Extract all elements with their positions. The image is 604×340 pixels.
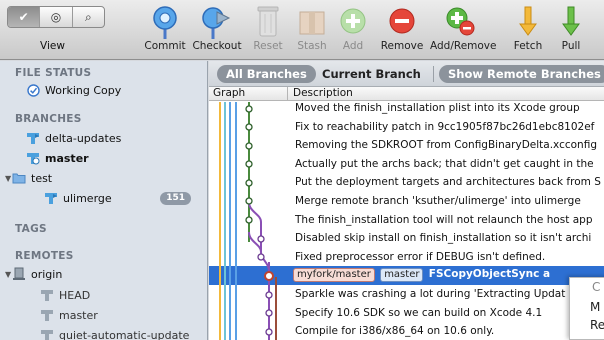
section-file-status: FILE STATUS	[15, 67, 92, 79]
trash-icon	[257, 6, 279, 37]
view-segment-search[interactable]: ⌕	[73, 7, 104, 27]
disclosure-triangle-icon[interactable]: ▼	[5, 270, 11, 279]
commit-message: Specify 10.6 SDK so we can build on Xcod…	[295, 306, 543, 319]
view-label: View	[40, 40, 65, 52]
checkout-icon	[202, 7, 231, 39]
fetch-label: Fetch	[513, 40, 543, 52]
pull-button[interactable]: Pull	[556, 2, 586, 58]
commit-message: Merge remote branch 'ksuther/ulimerge' i…	[295, 195, 581, 207]
sidebar-item-delta-updates[interactable]: delta-updates	[0, 128, 207, 148]
add-remove-label: Add/Remove	[430, 40, 497, 52]
sidebar-remote-branch-head[interactable]: HEAD	[0, 285, 207, 305]
sidebar-item-label: ulimerge	[63, 191, 112, 205]
all-branches-tab[interactable]: All Branches	[217, 65, 316, 83]
scope-divider	[433, 66, 434, 82]
history-panel: All Branches Current Branch Show Remote …	[209, 61, 604, 340]
commit-message: Fix to reachability patch in 9cc1905f87b…	[295, 120, 595, 133]
sidebar-remote-origin[interactable]: ▼ origin	[0, 264, 207, 284]
branch-icon	[26, 131, 40, 145]
branch-icon	[44, 191, 58, 205]
stash-box-icon	[299, 11, 325, 35]
pull-label: Pull	[561, 40, 581, 52]
add-label: Add	[342, 40, 364, 52]
sidebar-folder-test[interactable]: ▼ test	[0, 168, 207, 188]
add-remove-button[interactable]: Add/Remove	[430, 2, 497, 58]
sidebar-item-label: master	[59, 308, 98, 322]
view-segment-target[interactable]: ◎	[40, 7, 73, 27]
disclosure-triangle-icon[interactable]: ▼	[5, 174, 11, 183]
sidebar-item-label: HEAD	[59, 288, 91, 302]
description-column-header[interactable]: Description	[293, 87, 353, 99]
commit-button[interactable]: Commit	[140, 2, 190, 58]
commit-message: Removing the SDKROOT from ConfigBinaryDe…	[295, 139, 597, 152]
commit-message: Disabled skip install on finish_installa…	[295, 232, 592, 245]
remove-button[interactable]: Remove	[378, 2, 426, 58]
sidebar-remote-branch-master[interactable]: master	[0, 305, 207, 325]
reset-label: Reset	[253, 40, 283, 52]
local-branch-tag: master	[380, 268, 424, 283]
graph-column-header[interactable]: Graph	[213, 87, 245, 99]
folder-icon	[12, 171, 26, 185]
section-tags: TAGS	[15, 223, 47, 235]
sidebar-item-working-copy[interactable]: Working Copy	[0, 80, 207, 100]
sidebar: FILE STATUS Working Copy BRANCHES delta-…	[0, 61, 208, 340]
section-remotes: REMOTES	[15, 250, 74, 262]
view-segment-check[interactable]: ✔	[8, 7, 41, 27]
stash-label: Stash	[297, 40, 327, 52]
commit-refs: myfork/master master FSCopyObjectSync a	[293, 268, 551, 283]
show-remote-branches-toggle[interactable]: Show Remote Branches	[439, 65, 604, 83]
add-icon	[340, 8, 366, 34]
ahead-count-badge: 151	[160, 192, 191, 205]
add-remove-icon	[446, 7, 475, 36]
commit-message: Fixed preprocessor error if DEBUG isn't …	[295, 250, 546, 263]
commit-message: FSCopyObjectSync a	[428, 268, 551, 281]
commit-detail-popup: C M Re	[569, 277, 604, 340]
commit-icon	[153, 6, 177, 39]
fetch-arrow-icon	[519, 6, 537, 36]
current-branch-tab[interactable]: Current Branch	[313, 65, 430, 83]
remove-label: Remove	[380, 40, 424, 52]
checkout-button[interactable]: Checkout	[192, 2, 242, 58]
remote-branch-tag: myfork/master	[293, 268, 375, 283]
commit-message: Sparkle was crashing a lot during 'Extra…	[295, 288, 566, 300]
remote-server-icon	[12, 267, 26, 281]
branch-scope-bar: All Branches Current Branch Show Remote …	[209, 61, 604, 87]
popup-line: C	[592, 280, 601, 294]
sidebar-item-label: origin	[31, 267, 63, 281]
commit-message: Moved the finish_installation plist into…	[295, 102, 580, 114]
sidebar-item-label: Working Copy	[45, 83, 122, 97]
remote-branch-icon	[40, 288, 54, 302]
stash-button[interactable]: Stash	[292, 2, 332, 58]
checkmark-circle-icon	[26, 83, 40, 97]
commit-label: Commit	[144, 40, 186, 52]
sidebar-item-ulimerge[interactable]: ulimerge 151	[0, 188, 207, 208]
popup-line: Re	[590, 318, 604, 332]
current-branch-icon	[26, 151, 40, 165]
toolbar: ✔ ◎ ⌕ View Commit Checkout Reset Stash A…	[0, 0, 604, 60]
sidebar-item-master[interactable]: master	[0, 148, 207, 168]
commit-message: The finish_installation tool will not re…	[295, 213, 593, 226]
add-button[interactable]: Add	[335, 2, 371, 58]
remove-icon	[389, 8, 415, 34]
sidebar-item-label: test	[31, 171, 53, 185]
popup-line: M	[590, 300, 601, 314]
remote-branch-icon	[40, 328, 54, 340]
commit-message: Put the deployment targets and architect…	[295, 176, 601, 189]
view-segmented-control[interactable]: ✔ ◎ ⌕	[7, 6, 105, 28]
pull-arrow-icon	[562, 6, 580, 36]
sidebar-item-label: quiet-automatic-update	[59, 328, 190, 340]
fetch-button[interactable]: Fetch	[510, 2, 546, 58]
commit-graph	[219, 102, 277, 340]
commit-message: Actually put the archs back; that didn't…	[295, 157, 594, 170]
sidebar-item-label: delta-updates	[45, 131, 122, 145]
remote-branch-icon	[40, 308, 54, 322]
reset-button[interactable]: Reset	[250, 2, 286, 58]
sidebar-remote-branch-quiet-automatic-update[interactable]: quiet-automatic-update	[0, 325, 207, 340]
section-branches: BRANCHES	[15, 113, 82, 125]
commit-message: Compile for i386/x86_64 on 10.6 only.	[295, 325, 495, 338]
sidebar-item-label: master	[45, 151, 89, 165]
checkout-label: Checkout	[192, 40, 242, 52]
